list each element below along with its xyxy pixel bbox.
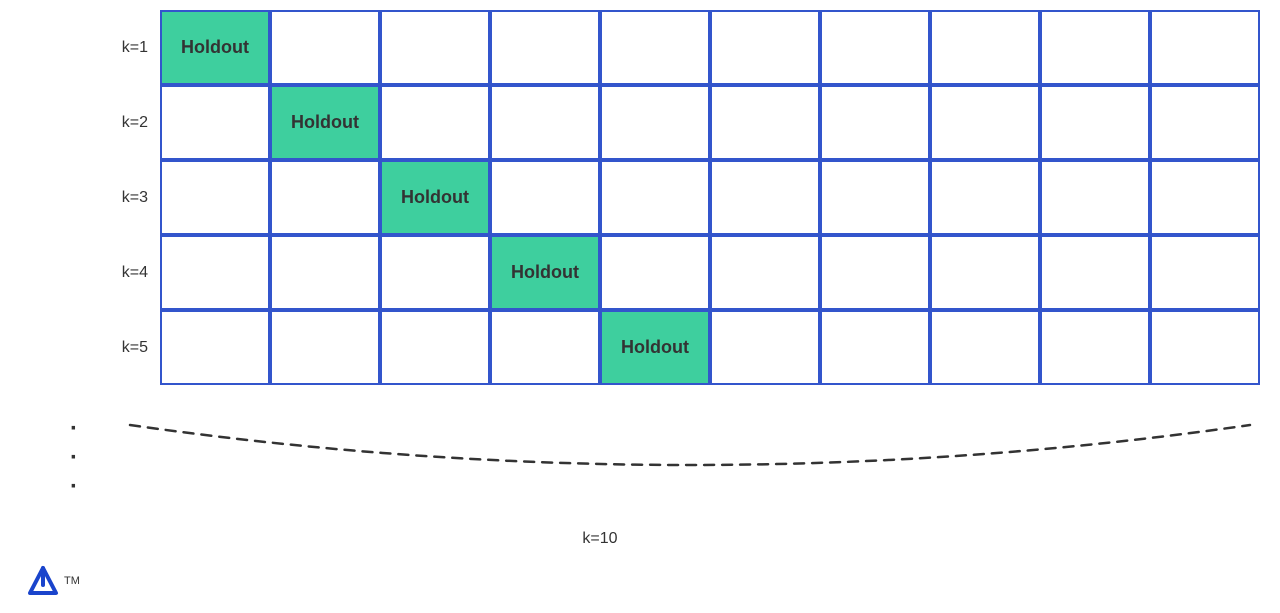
cell-k1-9	[1040, 10, 1150, 85]
holdout-cell-k1: Holdout	[160, 10, 270, 85]
logo-icon	[25, 563, 60, 598]
cell-k5-4	[490, 310, 600, 385]
cell-k3-9	[1040, 160, 1150, 235]
cell-k5-8	[930, 310, 1040, 385]
dashed-curve-svg	[120, 415, 1260, 515]
cell-k4-8	[930, 235, 1040, 310]
cell-k4-7	[820, 235, 930, 310]
cell-k4-9	[1040, 235, 1150, 310]
cell-k1-6	[710, 10, 820, 85]
cell-k3-7	[820, 160, 930, 235]
holdout-label-k2: Holdout	[272, 87, 378, 158]
row-k3: k=3 Holdout	[100, 160, 1260, 235]
cell-k2-1	[160, 85, 270, 160]
cells-k1: Holdout	[160, 10, 1260, 85]
row-label-k4: k=4	[100, 264, 160, 282]
cell-k1-8	[930, 10, 1040, 85]
row-k4: k=4 Holdout	[100, 235, 1260, 310]
cell-k5-10	[1150, 310, 1260, 385]
cell-k2-10	[1150, 85, 1260, 160]
logo-area: TM	[25, 563, 80, 598]
cell-k5-6	[710, 310, 820, 385]
cell-k5-1	[160, 310, 270, 385]
row-k1: k=1 Holdout	[100, 10, 1260, 85]
cell-k5-7	[820, 310, 930, 385]
logo-tm: TM	[64, 575, 80, 587]
holdout-cell-k5: Holdout	[600, 310, 710, 385]
holdout-cell-k3: Holdout	[380, 160, 490, 235]
row-label-k1: k=1	[100, 39, 160, 57]
cells-k2: Holdout	[160, 85, 1260, 160]
cell-k4-2	[270, 235, 380, 310]
cell-k4-1	[160, 235, 270, 310]
cell-k2-9	[1040, 85, 1150, 160]
cell-k5-3	[380, 310, 490, 385]
cell-k1-5	[600, 10, 710, 85]
cell-k4-10	[1150, 235, 1260, 310]
cell-k3-2	[270, 160, 380, 235]
holdout-cell-k4: Holdout	[490, 235, 600, 310]
cell-k4-5	[600, 235, 710, 310]
cells-k5: Holdout	[160, 310, 1260, 385]
dots-indicator: ···	[70, 415, 78, 501]
cell-k2-3	[380, 85, 490, 160]
cell-k2-8	[930, 85, 1040, 160]
cell-k2-4	[490, 85, 600, 160]
cell-k1-3	[380, 10, 490, 85]
cell-k1-10	[1150, 10, 1260, 85]
cell-k2-6	[710, 85, 820, 160]
cell-k3-5	[600, 160, 710, 235]
cell-k4-3	[380, 235, 490, 310]
cells-k3: Holdout	[160, 160, 1260, 235]
holdout-label-k3: Holdout	[382, 162, 488, 233]
cell-k2-7	[820, 85, 930, 160]
cell-k1-7	[820, 10, 930, 85]
row-label-k2: k=2	[100, 114, 160, 132]
row-label-k3: k=3	[100, 189, 160, 207]
row-k5: k=5 Holdout	[100, 310, 1260, 385]
cell-k3-10	[1150, 160, 1260, 235]
row-k2: k=2 Holdout	[100, 85, 1260, 160]
cell-k4-6	[710, 235, 820, 310]
k10-label: k=10	[582, 530, 617, 548]
cell-k5-2	[270, 310, 380, 385]
cell-k5-9	[1040, 310, 1150, 385]
grid-area: k=1 Holdout k=2 Hold	[100, 10, 1260, 385]
main-container: k=1 Holdout k=2 Hold	[0, 0, 1280, 613]
holdout-cell-k2: Holdout	[270, 85, 380, 160]
cells-k4: Holdout	[160, 235, 1260, 310]
cell-k3-8	[930, 160, 1040, 235]
cell-k3-4	[490, 160, 600, 235]
cell-k1-2	[270, 10, 380, 85]
holdout-label-k4: Holdout	[492, 237, 598, 308]
holdout-label-k5: Holdout	[602, 312, 708, 383]
row-label-k5: k=5	[100, 339, 160, 357]
cell-k1-4	[490, 10, 600, 85]
cell-k2-5	[600, 85, 710, 160]
cell-k3-6	[710, 160, 820, 235]
holdout-label-k1: Holdout	[162, 12, 268, 83]
cell-k3-1	[160, 160, 270, 235]
